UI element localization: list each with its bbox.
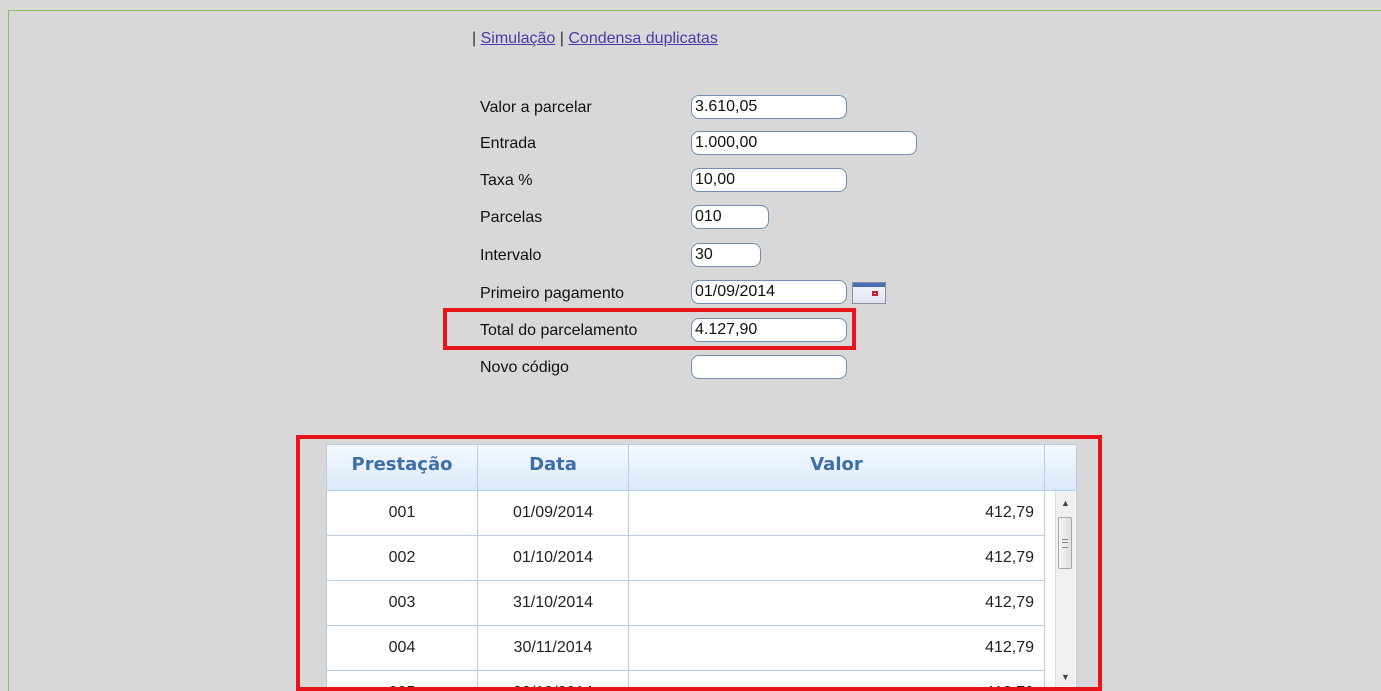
parcelas-input[interactable]: [691, 205, 769, 229]
header-data[interactable]: Data: [478, 445, 629, 490]
header-valor[interactable]: Valor: [629, 445, 1045, 490]
scroll-down-icon[interactable]: ▼: [1056, 669, 1075, 685]
scroll-thumb[interactable]: [1058, 517, 1072, 569]
primeiro-pagamento-input[interactable]: [691, 280, 847, 304]
table-row[interactable]: 004 30/11/2014 412,79: [327, 626, 1045, 671]
table-row[interactable]: 002 01/10/2014 412,79: [327, 536, 1045, 581]
valor-cell: 412,79: [629, 536, 1045, 580]
table-row[interactable]: 001 01/09/2014 412,79: [327, 491, 1045, 536]
intervalo-label: Intervalo: [480, 247, 542, 264]
entrada-input[interactable]: [691, 131, 917, 155]
prestacao-cell: 004: [327, 626, 478, 670]
total-parcelamento-input[interactable]: [691, 318, 847, 342]
novo-codigo-input[interactable]: [691, 355, 847, 379]
header-prestacao[interactable]: Prestação: [327, 445, 478, 490]
simulacao-link[interactable]: Simulação: [481, 30, 556, 47]
novo-codigo-label: Novo código: [480, 359, 569, 376]
data-cell: 01/10/2014: [478, 536, 629, 580]
table-scrollbar[interactable]: ▲ ▼: [1055, 491, 1075, 690]
data-cell: 31/10/2014: [478, 581, 629, 625]
prestacao-cell: 005: [327, 671, 478, 690]
nav-separator: |: [472, 30, 477, 47]
parcelas-label: Parcelas: [480, 209, 543, 226]
valor-cell: 412,79: [629, 491, 1045, 535]
valor-cell: 412,79: [629, 626, 1045, 670]
nav-links: | Simulação | Condensa duplicatas: [472, 30, 718, 48]
entrada-label: Entrada: [480, 135, 537, 152]
primeiro-pagamento-label: Primeiro pagamento: [480, 285, 625, 302]
table-row[interactable]: 003 31/10/2014 412,79: [327, 581, 1045, 626]
valor-a-parcelar-label: Valor a parcelar: [480, 99, 592, 116]
nav-separator: |: [559, 30, 564, 47]
prestacao-cell: 003: [327, 581, 478, 625]
table-row[interactable]: 005 30/12/2014 412,79: [327, 671, 1045, 690]
prestacao-cell: 001: [327, 491, 478, 535]
data-cell: 30/12/2014: [478, 671, 629, 690]
condensa-duplicatas-link[interactable]: Condensa duplicatas: [568, 30, 717, 47]
grip-icon: [1062, 539, 1068, 548]
data-cell: 01/09/2014: [478, 491, 629, 535]
total-parcelamento-label: Total do parcelamento: [480, 322, 638, 339]
data-cell: 30/11/2014: [478, 626, 629, 670]
valor-cell: 412,79: [629, 671, 1045, 690]
intervalo-input[interactable]: [691, 243, 761, 267]
taxa-label: Taxa %: [480, 172, 533, 189]
valor-a-parcelar-input[interactable]: [691, 95, 847, 119]
prestacao-cell: 002: [327, 536, 478, 580]
scroll-up-icon[interactable]: ▲: [1056, 495, 1075, 511]
taxa-input[interactable]: [691, 168, 847, 192]
installments-table: Prestação Data Valor 001 01/09/2014 412,…: [326, 444, 1077, 691]
valor-cell: 412,79: [629, 581, 1045, 625]
table-header: Prestação Data Valor: [327, 445, 1076, 491]
calendar-icon[interactable]: [852, 282, 886, 304]
